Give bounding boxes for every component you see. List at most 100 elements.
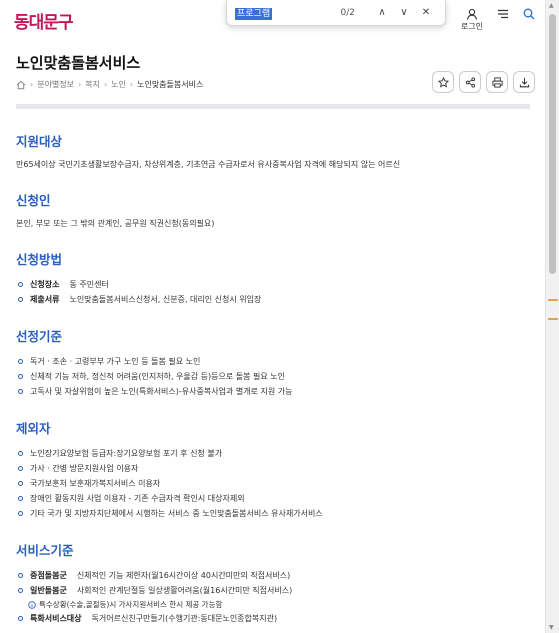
home-icon[interactable]	[16, 80, 26, 90]
login-label: 로그인	[460, 22, 483, 31]
method-list: 신청장소 동 주민센터 제출서류 노인맞춤돌봄서비스신청서, 신분증, 대리인 신청…	[16, 277, 530, 307]
breadcrumb-item[interactable]: 노인	[111, 79, 126, 90]
item-text: 가사 · 간병 방문지원사업 이용자	[30, 464, 139, 473]
bullet-icon	[18, 481, 23, 486]
section-applicant: 신청인 본인, 부모 또는 그 밖의 관계인, 공무원 직권신청(동의필요)	[16, 190, 530, 230]
section-title: 신청인	[16, 193, 51, 208]
item-value: 사회적인 관계단절등 일상생활어려움(월16시간미만 직접서비스)	[76, 586, 293, 595]
user-icon	[466, 8, 477, 20]
list-item: 노인장기요양보험 등급자:장기요양보험 포기 후 신청 불가	[16, 446, 530, 461]
item-key: 특화서비스대상	[30, 614, 82, 623]
share-button[interactable]	[459, 71, 481, 93]
item-text: 신체적 기능 저하, 정신적 어려움(인지저하, 우울감 등)등으로 돌봄 필요…	[30, 372, 286, 381]
bullet-icon	[18, 389, 23, 394]
find-match-marker	[548, 318, 558, 320]
download-icon	[519, 77, 529, 87]
item-value: 신체적인 기능 제한자(월16시간이상 40시간미만의 직접서비스)	[76, 571, 291, 580]
find-close-button[interactable]: ✕	[415, 7, 437, 18]
service-list-extra: 특화서비스대상 독거어르신친구만들기(수행기관:동대문노인종합복지관)	[16, 611, 530, 626]
item-text: 장애인 활동지원 사업 이용자 - 기존 수급자격 확인시 대상자제외	[30, 494, 245, 503]
find-prev-button[interactable]: ∧	[371, 7, 393, 18]
list-item: 장애인 활동지원 사업 이용자 - 기존 수급자격 확인시 대상자제외	[16, 491, 530, 506]
print-icon	[491, 76, 503, 88]
find-match-marker	[548, 299, 558, 301]
note-text: 특수상황(수술,골절등)시 가사지원서비스 한시 제공 가능함	[39, 600, 223, 609]
item-key: 제출서류	[30, 295, 60, 304]
section-title: 선정기준	[16, 329, 63, 344]
star-icon	[437, 76, 449, 88]
section-criteria: 선정기준 독거 · 조손 · 고령부부 가구 노인 등 돌봄 필요 노인 신체적…	[16, 326, 530, 399]
list-item: 특화서비스대상 독거어르신친구만들기(수행기관:동대문노인종합복지관)	[16, 611, 530, 626]
find-query-text: 프로그램	[235, 8, 273, 20]
item-text: 노인장기요양보험 등급자:장기요양보험 포기 후 신청 불가	[30, 449, 223, 458]
close-icon: ✕	[421, 7, 431, 18]
item-key: 일반돌봄군	[30, 586, 67, 595]
item-value: 독거어르신친구만들기(수행기관:동대문노인종합복지관)	[91, 614, 278, 623]
list-item: 가사 · 간병 방문지원사업 이용자	[16, 461, 530, 476]
item-key: 중점돌봄군	[30, 571, 67, 580]
item-text: 독거 · 조손 · 고령부부 가구 노인 등 돌봄 필요 노인	[30, 357, 201, 366]
find-query[interactable]: 프로그램	[235, 6, 341, 20]
criteria-list: 독거 · 조손 · 고령부부 가구 노인 등 돌봄 필요 노인 신체적 기능 저…	[16, 354, 530, 399]
section-divider	[16, 104, 530, 109]
breadcrumb-separator: ›	[78, 80, 82, 89]
chevron-down-icon: ∨	[400, 7, 408, 18]
info-icon	[28, 600, 36, 609]
scrollbar-thumb[interactable]	[549, 14, 556, 274]
bullet-icon	[18, 616, 23, 621]
item-key: 신청장소	[30, 280, 60, 289]
share-icon	[465, 76, 475, 88]
list-item: 신청장소 동 주민센터	[16, 277, 530, 292]
find-match-count: 0/2	[340, 7, 355, 18]
search-button[interactable]	[523, 8, 535, 20]
breadcrumb-item[interactable]: 분야별정보	[37, 79, 74, 90]
vertical-scrollbar[interactable]: ▲ ▼	[545, 0, 559, 633]
section-target: 지원대상 만65세이상 국민기초생활보장수급자, 차상위계층, 기초연금 수급자…	[16, 131, 530, 171]
list-item: 일반돌봄군 사회적인 관계단절등 일상생활어려움(월16시간미만 직접서비스)	[16, 583, 530, 598]
scroll-down-icon[interactable]: ▼	[549, 624, 554, 631]
section-excluded: 제외자 노인장기요양보험 등급자:장기요양보험 포기 후 신청 불가 가사 · …	[16, 418, 530, 521]
service-note: 특수상황(수술,골절등)시 가사지원서비스 한시 제공 가능함	[16, 598, 530, 611]
breadcrumb: › 분야별정보 › 복지 › 노인 › 노인맞춤돌봄서비스	[16, 79, 203, 90]
bullet-icon	[18, 297, 23, 302]
find-in-page-bar: 프로그램 0/2 ∧ ∨ ✕	[226, 0, 446, 26]
page-tools	[432, 71, 535, 93]
section-title: 제외자	[16, 421, 51, 436]
section-text: 본인, 부모 또는 그 밖의 관계인, 공무원 직권신청(동의필요)	[16, 219, 215, 228]
breadcrumb-separator: ›	[103, 80, 108, 89]
header-actions: 로그인	[461, 8, 535, 32]
bullet-icon	[18, 359, 23, 364]
section-title: 지원대상	[16, 134, 63, 149]
list-item: 중점돌봄군 신체적인 기능 제한자(월16시간이상 40시간미만의 직접서비스)	[16, 568, 530, 583]
breadcrumb-current: 노인맞춤돌봄서비스	[137, 80, 204, 89]
section-service: 서비스기준 중점돌봄군 신체적인 기능 제한자(월16시간이상 40시간미만의 직…	[16, 540, 530, 626]
find-next-button[interactable]: ∨	[393, 7, 415, 18]
hamburger-icon	[498, 9, 508, 19]
item-value: 동 주민센터	[69, 280, 109, 289]
item-text: 고독사 및 자살위험이 높은 노인(특화서비스)-유사중복사업과 별개로 지원 …	[30, 387, 293, 396]
excluded-list: 노인장기요양보험 등급자:장기요양보험 포기 후 신청 불가 가사 · 간병 방…	[16, 446, 530, 521]
download-button[interactable]	[513, 71, 535, 93]
page-title: 노인맞춤돌봄서비스	[16, 54, 141, 72]
bullet-icon	[18, 466, 23, 471]
scroll-up-icon[interactable]: ▲	[549, 2, 554, 9]
login-button[interactable]: 로그인	[461, 8, 483, 32]
bullet-icon	[18, 451, 23, 456]
search-icon	[523, 8, 535, 20]
bullet-icon	[18, 374, 23, 379]
favorite-button[interactable]	[432, 71, 454, 93]
bullet-icon	[18, 588, 23, 593]
site-logo[interactable]: 동대문구	[14, 8, 74, 33]
bullet-icon	[18, 511, 23, 516]
print-button[interactable]	[486, 71, 508, 93]
list-item: 독거 · 조손 · 고령부부 가구 노인 등 돌봄 필요 노인	[16, 354, 530, 369]
bullet-icon	[18, 496, 23, 501]
bullet-icon	[18, 573, 23, 578]
breadcrumb-item[interactable]: 복지	[85, 79, 100, 90]
item-text: 국가보훈처 보훈재가복지서비스 이용자	[30, 479, 161, 488]
list-item: 신체적 기능 저하, 정신적 어려움(인지저하, 우울감 등)등으로 돌봄 필요…	[16, 369, 530, 384]
menu-button[interactable]	[497, 8, 509, 20]
item-text: 기타 국가 및 지방자치단체에서 시행하는 서비스 중 노인맞춤돌봄서비스 유사…	[30, 509, 323, 518]
section-title: 서비스기준	[16, 543, 74, 558]
list-item: 기타 국가 및 지방자치단체에서 시행하는 서비스 중 노인맞춤돌봄서비스 유사…	[16, 506, 530, 521]
